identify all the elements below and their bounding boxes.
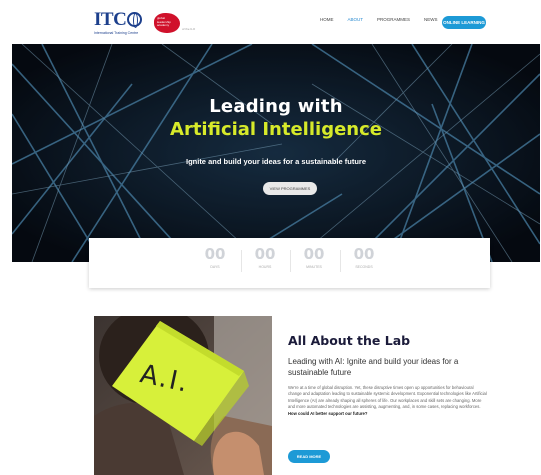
- view-programmes-button[interactable]: VIEW PROGRAMMES: [263, 182, 317, 195]
- about-body: We're at a time of global disruption. Ye…: [288, 385, 488, 417]
- globe-icon: [127, 12, 143, 28]
- nav-item-programmes[interactable]: PROGRAMMES: [377, 17, 410, 22]
- countdown-timer: 00 DAYS 00 HOURS 00 MINUTES 00 SECONDS: [89, 238, 490, 288]
- hero-title-line2: Artificial Intelligence: [170, 119, 382, 140]
- ai-sticky-note-image: A.I.: [94, 316, 272, 475]
- countdown-divider: [340, 250, 341, 272]
- about-title: All About the Lab: [288, 333, 411, 348]
- countdown-hours: 00 HOURS: [250, 246, 280, 269]
- countdown-minutes: 00 MINUTES: [299, 246, 329, 269]
- countdown-divider: [290, 250, 291, 272]
- hero-banner: Leading with Artificial Intelligence Ign…: [12, 44, 540, 262]
- about-subtitle: Leading with AI: Ignite and build your i…: [288, 357, 459, 377]
- countdown-days-label: DAYS: [210, 265, 220, 269]
- about-body-bold: How could AI better support our future?: [288, 410, 368, 416]
- countdown-seconds-value: 00: [353, 245, 375, 263]
- countdown-days: 00 DAYS: [200, 246, 230, 269]
- countdown-seconds: 00 SECONDS: [349, 246, 379, 269]
- hero-subtitle: Ignite and build your ideas for a sustai…: [185, 157, 367, 166]
- hero-title-line1: Leading with: [209, 96, 343, 117]
- logo-text: ITC: [94, 9, 127, 30]
- countdown-seconds-label: SECONDS: [355, 265, 373, 269]
- online-learning-button[interactable]: ONLINE LEARNING: [442, 16, 486, 29]
- countdown-hours-value: 00: [254, 245, 276, 263]
- countdown-days-value: 00: [204, 245, 226, 263]
- countdown-hours-label: HOURS: [258, 265, 272, 269]
- hero-background-network: [12, 44, 540, 262]
- itc-logo[interactable]: ITC International Training Centre: [94, 9, 143, 35]
- about-body-text: We're at a time of global disruption. Ye…: [288, 385, 487, 410]
- nav-item-about[interactable]: ABOUT: [348, 17, 364, 22]
- nav-item-home[interactable]: HOME: [320, 17, 334, 22]
- countdown-divider: [241, 250, 242, 272]
- site-header: ITC International Training Centre global…: [0, 0, 541, 44]
- read-more-button[interactable]: READ MORE: [288, 450, 330, 463]
- countdown-minutes-label: MINUTES: [306, 265, 322, 269]
- partner-logo-text: global leadership academy: [157, 16, 171, 27]
- countdown-minutes-value: 00: [303, 245, 325, 263]
- logo-subtitle: International Training Centre: [94, 31, 139, 35]
- nav-item-news[interactable]: NEWS: [424, 17, 438, 22]
- partner-logo-side-text: of the ILO: [182, 27, 196, 31]
